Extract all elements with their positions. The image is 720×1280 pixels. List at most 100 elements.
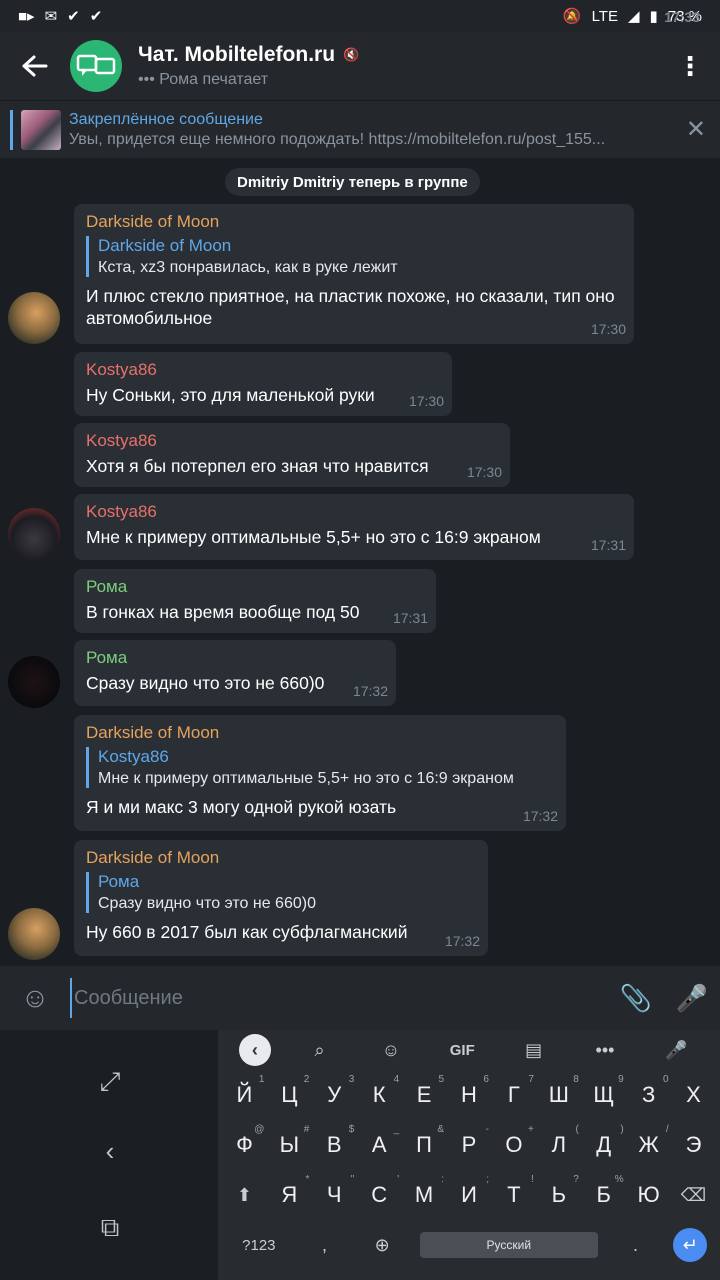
microphone-icon[interactable]: 🎤 — [664, 983, 720, 1014]
message-bubble[interactable]: Kostya86 Ну Соньки, это для маленькой ру… — [74, 352, 452, 416]
key[interactable]: 4К — [359, 1074, 399, 1108]
avatar-darkside[interactable] — [8, 908, 60, 960]
globe-icon[interactable]: ⊕ — [362, 1235, 402, 1256]
keyboard-toolbar: ‹ ⌕ ☺ GIF ▤ ••• 🎤 — [218, 1030, 720, 1070]
pinned-indicator — [10, 109, 13, 150]
comma-key[interactable]: , — [304, 1235, 344, 1256]
key[interactable]: :М — [404, 1174, 444, 1208]
paperclip-icon[interactable]: 📎 — [608, 983, 664, 1014]
message-bubble[interactable]: Kostya86 Мне к примеру оптимальные 5,5+ … — [74, 494, 634, 560]
key[interactable]: Х — [674, 1082, 714, 1108]
kb-collapse-wrap: ‹ — [226, 1034, 284, 1066]
sender-name[interactable]: Kostya86 — [86, 502, 622, 522]
key[interactable]: ; И — [449, 1174, 489, 1208]
reply-quote[interactable]: Рома Сразу видно что это не 660)0 — [86, 872, 476, 913]
more-horiz-icon[interactable]: ••• — [569, 1040, 640, 1061]
enter-icon[interactable]: ↵ — [673, 1228, 708, 1262]
reply-quote[interactable]: Darkside of Moon Кста, xz3 понравилась, … — [86, 236, 622, 277]
reply-quote[interactable]: Kostya86 Мне к примеру оптимальные 5,5+ … — [86, 747, 554, 788]
pinned-text: Увы, придется еще немного подождать! htt… — [69, 130, 606, 148]
check-icon-2: ✔ — [89, 8, 103, 25]
chevron-left-icon[interactable]: ‹ — [238, 1034, 271, 1066]
back-arrow-icon[interactable] — [0, 32, 70, 100]
sender-name[interactable]: Рома — [86, 577, 424, 597]
avatar-darkside[interactable] — [8, 292, 60, 344]
key[interactable]: 5Е — [404, 1074, 444, 1108]
sticker-icon[interactable]: ☺ — [355, 1040, 426, 1061]
chevron-left-icon[interactable]: ‹ — [90, 1136, 130, 1176]
microphone-icon[interactable]: 🎤 — [641, 1040, 712, 1061]
keyboard-side-panel: ⤢ ‹ ⧉ — [0, 1030, 218, 1280]
sender-name[interactable]: Darkside of Moon — [86, 723, 554, 743]
message-text: Ну 660 в 2017 был как субфлагманский — [86, 922, 408, 942]
chat-titles[interactable]: Чат. Mobiltelefon.ru 🔇 ••• Рома печатает — [138, 43, 359, 89]
message-bubble[interactable]: Darkside of Moon Darkside of Moon Кста, … — [74, 204, 634, 344]
key[interactable]: 9Щ — [584, 1074, 623, 1108]
key[interactable]: @ Ф — [224, 1124, 264, 1158]
space-key[interactable]: Русский — [419, 1232, 598, 1258]
avatar-roma[interactable] — [8, 656, 60, 708]
key[interactable]: ) Д — [584, 1124, 623, 1158]
key[interactable]: ? Ь — [539, 1174, 579, 1208]
message-bubble[interactable]: Рома В гонках на время вообще под 50 17:… — [74, 569, 436, 633]
key[interactable]: -Р — [449, 1124, 489, 1158]
sender-name[interactable]: Рома — [86, 648, 384, 668]
chat-avatar[interactable] — [70, 40, 122, 92]
message-bubble[interactable]: Kostya86 Хотя я бы потерпел его зная что… — [74, 423, 510, 487]
key[interactable]: 7Г — [494, 1074, 534, 1108]
reply-name: Kostya86 — [98, 747, 169, 766]
key[interactable]: 8Ш — [539, 1074, 579, 1108]
sender-name[interactable]: Darkside of Moon — [86, 848, 476, 868]
key[interactable]: / Ж — [629, 1124, 668, 1158]
symbols-key[interactable]: ?123 — [231, 1237, 287, 1254]
message-list[interactable]: Dmitriy Dmitriy теперь в группе Darkside… — [0, 158, 720, 966]
key[interactable]: + О — [494, 1124, 534, 1158]
message-time: 17:31 — [590, 537, 626, 553]
sender-name[interactable]: Kostya86 — [86, 431, 498, 451]
key[interactable]: 1Й — [224, 1074, 265, 1108]
key[interactable]: 6Н — [449, 1074, 489, 1108]
key[interactable]: & П — [404, 1124, 444, 1158]
key[interactable]: $ В — [314, 1124, 354, 1158]
clipboard-icon[interactable]: ▤ — [498, 1040, 569, 1061]
more-vert-icon[interactable]: ⋮ — [660, 51, 720, 82]
key[interactable]: 0З — [629, 1074, 669, 1108]
sender-name[interactable]: Kostya86 — [86, 360, 440, 380]
chat-header: Чат. Mobiltelefon.ru 🔇 ••• Рома печатает… — [0, 32, 720, 100]
keyboard: ‹ ⌕ ☺ GIF ▤ ••• 🎤 1Й 2Ц 3У 4К 5Е 6Н 7Г 8… — [218, 1030, 720, 1280]
key[interactable]: * Я — [269, 1174, 309, 1208]
shift-icon[interactable]: ⬆ — [224, 1185, 264, 1206]
pinned-thumbnail — [21, 109, 61, 150]
message-bubble[interactable]: Darkside of Moon Kostya86 Мне к примеру … — [74, 715, 566, 831]
key[interactable]: Э — [674, 1132, 714, 1158]
close-icon[interactable]: ✕ — [686, 115, 706, 144]
typing-status: ••• Рома печатает — [138, 71, 269, 88]
key[interactable]: ! Т — [494, 1174, 534, 1208]
service-message: Dmitriy Dmitriy теперь в группе — [225, 168, 480, 196]
gif-button[interactable]: GIF — [427, 1042, 498, 1059]
expand-icon[interactable]: ⤢ — [90, 1066, 130, 1106]
key[interactable]: % Б — [584, 1174, 623, 1208]
message-input[interactable] — [70, 978, 608, 1018]
float-keyboard-icon[interactable]: ⧉ — [90, 1212, 130, 1252]
message-bubble[interactable]: Darkside of Moon Рома Сразу видно что эт… — [74, 840, 488, 956]
keyboard-row-1: 1Й 2Ц 3У 4К 5Е 6Н 7Г 8Ш 9Щ 0З Х — [218, 1070, 720, 1120]
backspace-icon[interactable]: ⌫ — [674, 1185, 714, 1206]
period-key[interactable]: . — [615, 1235, 655, 1256]
key[interactable]: _ А — [359, 1124, 399, 1158]
pinned-message-bar[interactable]: Закреплённое сообщение Увы, придется еще… — [0, 100, 720, 158]
message-bubble[interactable]: Рома Сразу видно что это не 660)0 17:32 — [74, 640, 396, 706]
key[interactable]: " Ч — [314, 1174, 354, 1208]
key[interactable]: Ю — [629, 1182, 669, 1208]
pinned-texts: Закреплённое сообщение Увы, придется еще… — [69, 111, 669, 149]
avatar-kostya86[interactable] — [8, 508, 60, 560]
key[interactable]: 3У — [314, 1074, 354, 1108]
keyboard-row-3: ⬆ * Я " Ч ' С :М ; И ! Т ? Ь % Б Ю ⌫ — [218, 1170, 720, 1220]
emoji-icon[interactable]: ☺ — [0, 982, 70, 1014]
key[interactable]: # Ы — [269, 1124, 310, 1158]
search-icon[interactable]: ⌕ — [284, 1040, 355, 1061]
key[interactable]: ' С — [359, 1174, 399, 1208]
key[interactable]: 2Ц — [269, 1074, 309, 1108]
key[interactable]: (Л — [539, 1124, 579, 1158]
sender-name[interactable]: Darkside of Moon — [86, 212, 622, 232]
